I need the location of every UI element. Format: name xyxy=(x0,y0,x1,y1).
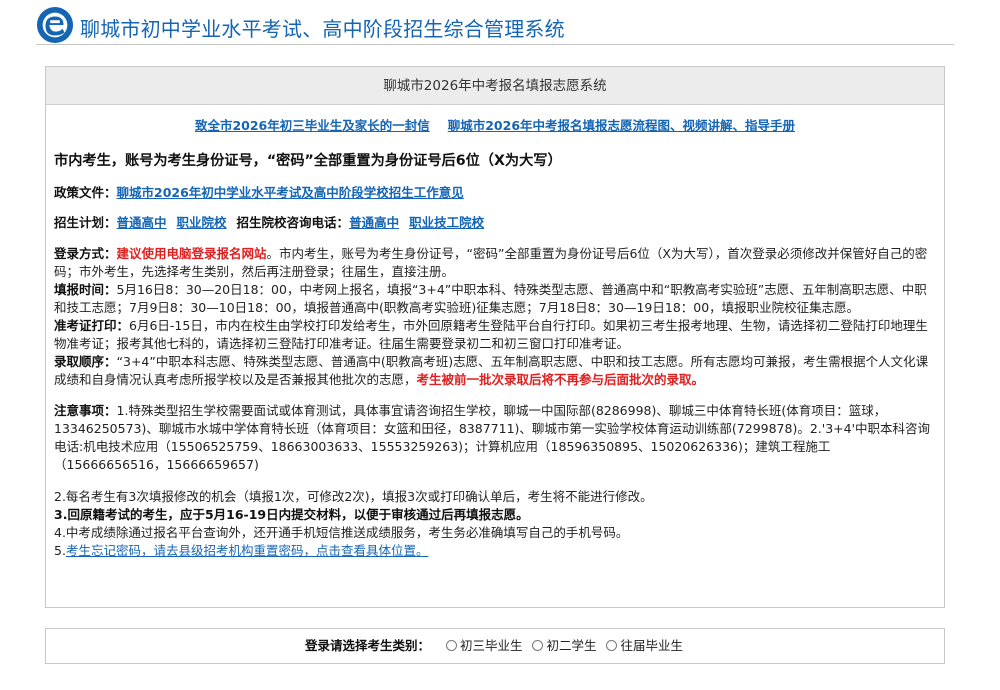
login-type-label: 登录请选择考生类别： xyxy=(304,638,430,653)
option-grade8[interactable]: 初二学生 xyxy=(546,638,596,653)
e-logo-icon xyxy=(36,6,74,44)
header-divider xyxy=(36,44,954,45)
policy-row: 政策文件：聊城市2026年初中学业水平考试及高中阶段学校招生工作意见 xyxy=(54,183,936,203)
site-header: 聊城市初中学业水平考试、高中阶段招生综合管理系统 xyxy=(0,0,1000,52)
note-item-5: 5.考生忘记密码，请去县级招考机构重置密码，点击查看具体位置。 xyxy=(54,543,429,558)
site-title: 聊城市初中学业水平考试、高中阶段招生综合管理系统 xyxy=(80,17,565,41)
consult-vocational-link[interactable]: 职业技工院校 xyxy=(409,215,484,230)
ticket-print: 准考证打印：6月6日-15日，市内在校生由学校打印发给考生，市外回原籍考生登陆平… xyxy=(54,318,928,351)
fill-time: 填报时间：5月16日8：30—20日18：00，中考网上报名，填报“3+4”中职… xyxy=(54,282,927,315)
admission-order: 录取顺序：“3+4”中职本科志愿、特殊类型志愿、普通高中(职教高考班)志愿、五年… xyxy=(54,354,929,387)
panel-title: 聊城市2026年中考报名填报志愿系统 xyxy=(46,67,944,105)
note-item-3: 3.回原籍考试的考生，应于5月16-19日内提交材料，以便于审核通过后再填报志愿… xyxy=(54,507,529,522)
notes-list: 2.每名考生有3次填报修改的机会（填报1次，可修改2次)，填报3次或打印确认单后… xyxy=(54,488,936,560)
letter-link[interactable]: 致全市2026年初三毕业生及家长的一封信 xyxy=(195,118,430,133)
policy-link[interactable]: 聊城市2026年初中学业水平考试及高中阶段学校招生工作意见 xyxy=(117,185,464,200)
notes: 注意事项：1.特殊类型招生学校需要面试或体育测试，具体事宜请咨询招生学校，聊城一… xyxy=(54,403,931,472)
policy-label: 政策文件： xyxy=(54,185,117,200)
radio-grade8[interactable] xyxy=(532,640,544,651)
info-panel: 聊城市2026年中考报名填报志愿系统 致全市2026年初三毕业生及家长的一封信 … xyxy=(45,66,945,608)
consult-highschool-link[interactable]: 普通高中 xyxy=(349,215,399,230)
radio-previous[interactable] xyxy=(606,640,618,651)
password-notice: 市内考生，账号为考生身份证号，“密码”全部重置为身份证号后6位（X为大写） xyxy=(54,153,562,169)
option-previous[interactable]: 往届毕业生 xyxy=(620,638,683,653)
login-type-panel: 登录请选择考生类别： 初三毕业生 初二学生 往届毕业生 xyxy=(45,628,945,664)
note-item-2: 2.每名考生有3次填报修改的机会（填报1次，可修改2次)，填报3次或打印确认单后… xyxy=(54,489,653,504)
plan-highschool-link[interactable]: 普通高中 xyxy=(117,215,167,230)
plan-row: 招生计划：普通高中 职业院校 招生院校咨询电话：普通高中 职业技工院校 xyxy=(54,213,936,233)
reset-password-link[interactable]: 考生忘记密码，请去县级招考机构重置密码，点击查看具体位置。 xyxy=(66,543,429,558)
login-method: 登录方式：建议使用电脑登录报名网站。市内考生，账号为考生身份证号，“密码”全部重… xyxy=(54,246,928,279)
info-block: 登录方式：建议使用电脑登录报名网站。市内考生，账号为考生身份证号，“密码”全部重… xyxy=(54,245,936,389)
guide-link[interactable]: 聊城市2026年中考报名填报志愿流程图、视频讲解、指导手册 xyxy=(448,118,795,133)
top-links: 致全市2026年初三毕业生及家长的一封信 聊城市2026年中考报名填报志愿流程图… xyxy=(54,116,936,136)
note-item-4: 4.中考成绩除通过报名平台查询外，还开通手机短信推送成绩服务，考生务必准确填写自… xyxy=(54,525,629,540)
plan-vocational-link[interactable]: 职业院校 xyxy=(177,215,227,230)
radio-grade9[interactable] xyxy=(445,640,457,651)
consult-label: 招生院校咨询电话： xyxy=(236,215,350,230)
option-grade9[interactable]: 初三毕业生 xyxy=(460,638,523,653)
plan-label: 招生计划： xyxy=(54,215,117,230)
